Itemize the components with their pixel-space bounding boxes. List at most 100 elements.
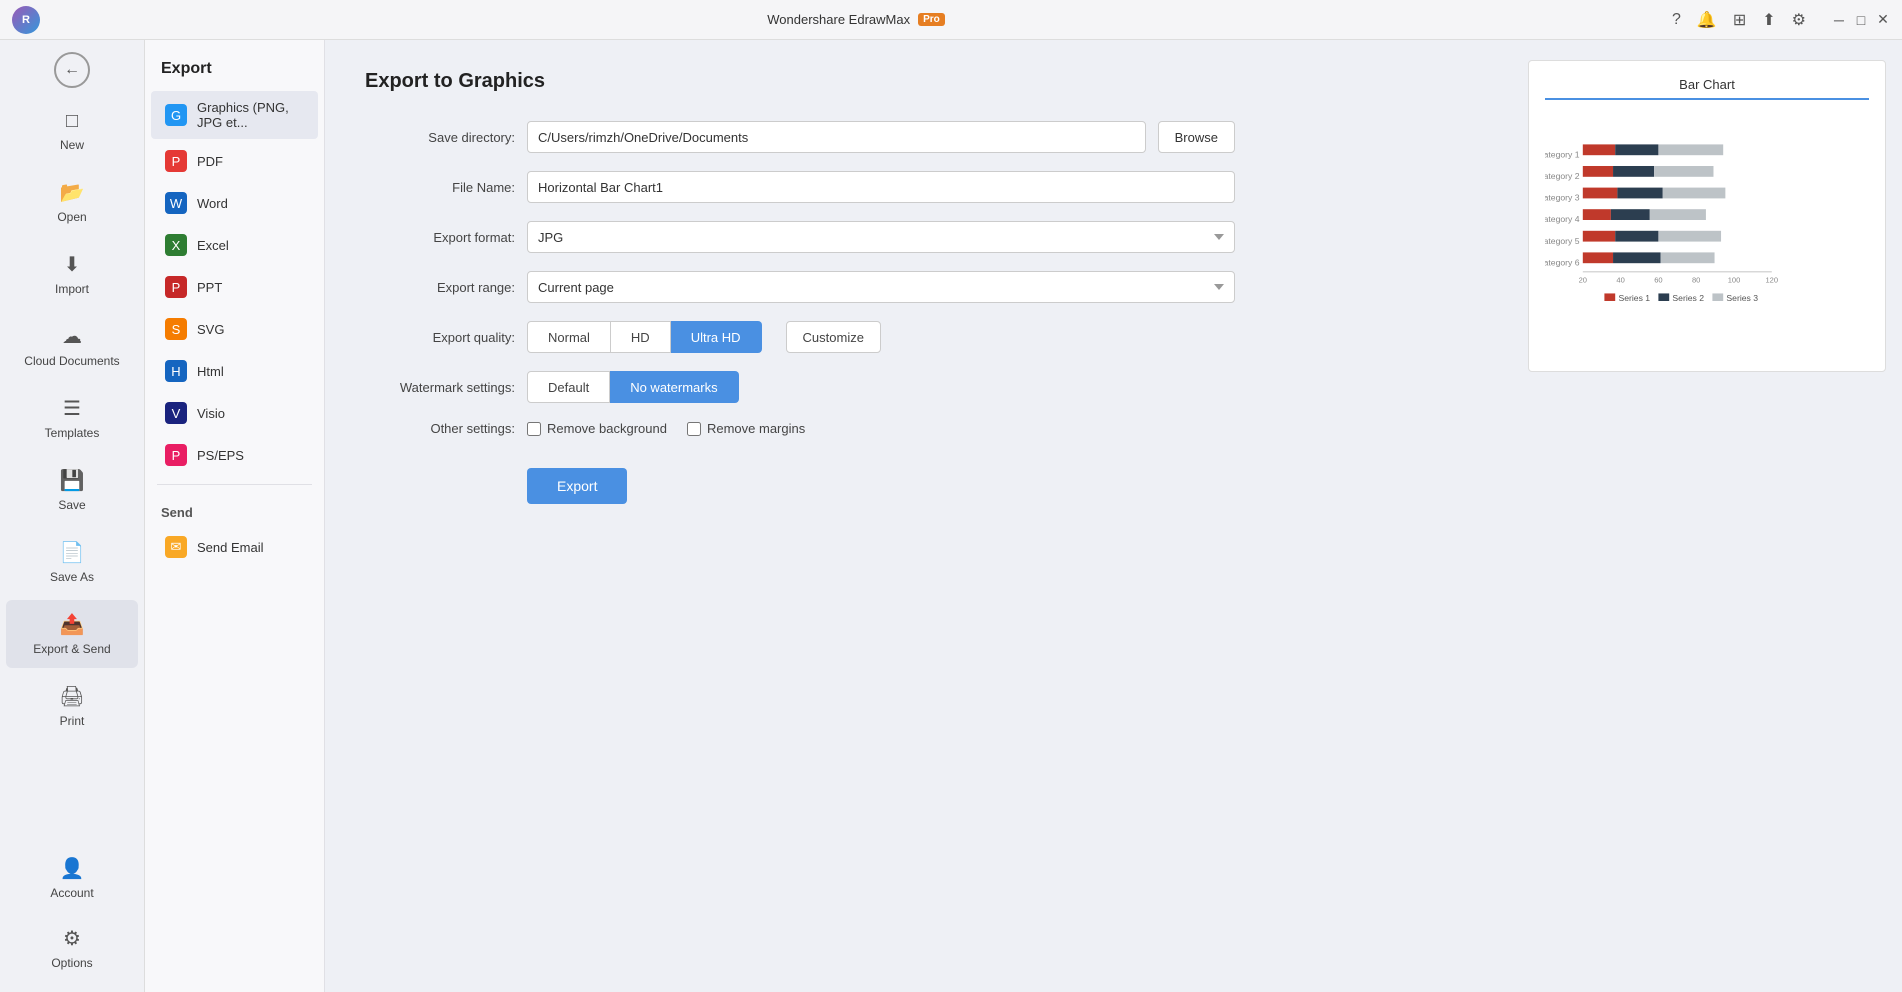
remove-margins-input[interactable] (687, 422, 701, 436)
sidebar-bottom: 👤 Account ⚙ Options (0, 842, 144, 992)
sidebar-label-account: Account (50, 886, 93, 900)
sidebar-export-svg[interactable]: S SVG (151, 309, 318, 349)
ppt-label: PPT (197, 280, 222, 295)
svg-text:Series 2: Series 2 (1672, 293, 1704, 303)
sidebar-label-open: Open (57, 210, 86, 224)
sidebar-export-excel[interactable]: X Excel (151, 225, 318, 265)
titlebar: R Wondershare EdrawMax Pro ? 🔔 ⊞ ⬆ ⚙ ─ □… (0, 0, 1902, 40)
file-name-row: File Name: (365, 171, 1235, 203)
sidebar-export-word[interactable]: W Word (151, 183, 318, 223)
svg-text:Category 1: Category 1 (1545, 149, 1580, 159)
sidebar-export-pseps[interactable]: P PS/EPS (151, 435, 318, 475)
quality-normal-button[interactable]: Normal (527, 321, 611, 353)
sidebar-wide: Export G Graphics (PNG, JPG et... P PDF … (145, 40, 325, 992)
sidebar-item-import[interactable]: ⬇ Import (6, 240, 138, 308)
sidebar-item-export[interactable]: 📤 Export & Send (6, 600, 138, 668)
minimize-button[interactable]: ─ (1832, 13, 1846, 27)
close-button[interactable]: ✕ (1876, 13, 1890, 27)
html-icon: H (165, 360, 187, 382)
graphics-label: Graphics (PNG, JPG et... (197, 100, 304, 130)
sidebar-label-templates: Templates (45, 426, 100, 440)
visio-icon: V (165, 402, 187, 424)
quality-ultra-hd-button[interactable]: Ultra HD (671, 321, 762, 353)
customize-button[interactable]: Customize (786, 321, 881, 353)
export-range-select[interactable]: Current page All pages Selected pages (527, 271, 1235, 303)
svg-label: SVG (197, 322, 224, 337)
sidebar-item-saveas[interactable]: 📄 Save As (6, 528, 138, 596)
sidebar-label-save: Save (58, 498, 85, 512)
watermark-label: Watermark settings: (365, 380, 515, 395)
export-range-label: Export range: (365, 280, 515, 295)
sidebar-send-email[interactable]: ✉ Send Email (151, 527, 318, 567)
save-directory-row: Save directory: Browse (365, 121, 1235, 153)
sidebar-export-html[interactable]: H Html (151, 351, 318, 391)
sidebar-export-visio[interactable]: V Visio (151, 393, 318, 433)
avatar-initials: R (22, 14, 30, 26)
apps-icon[interactable]: ⊞ (1733, 10, 1746, 30)
export-format-select[interactable]: JPG PNG BMP TIFF SVG PDF (527, 221, 1235, 253)
preview-panel: Bar Chart Category 1 Category 2 Category… (1512, 40, 1902, 992)
sidebar-item-options[interactable]: ⚙ Options (6, 914, 138, 982)
svg-icon: S (165, 318, 187, 340)
remove-background-input[interactable] (527, 422, 541, 436)
browse-button[interactable]: Browse (1158, 121, 1235, 153)
quality-hd-button[interactable]: HD (611, 321, 671, 353)
remove-background-checkbox[interactable]: Remove background (527, 421, 667, 436)
export-icon: 📤 (60, 612, 85, 637)
svg-text:Series 3: Series 3 (1726, 293, 1758, 303)
sidebar-export-graphics[interactable]: G Graphics (PNG, JPG et... (151, 91, 318, 139)
sidebar-item-templates[interactable]: ☰ Templates (6, 384, 138, 452)
save-directory-input[interactable] (527, 121, 1146, 153)
titlebar-center: Wondershare EdrawMax Pro (767, 12, 945, 27)
watermark-none-button[interactable]: No watermarks (610, 371, 738, 403)
watermark-default-button[interactable]: Default (527, 371, 610, 403)
sidebar-item-open[interactable]: 📂 Open (6, 168, 138, 236)
app-title: Wondershare EdrawMax (767, 12, 910, 27)
pdf-label: PDF (197, 154, 223, 169)
other-settings-label: Other settings: (365, 421, 515, 436)
email-icon: ✉ (165, 536, 187, 558)
sidebar-item-new[interactable]: □ New (6, 98, 138, 164)
graphics-icon: G (165, 104, 187, 126)
sidebar-item-print[interactable]: 🖨 Print (6, 672, 138, 740)
sidebar-item-cloud[interactable]: ☁ Cloud Documents (6, 312, 138, 380)
visio-label: Visio (197, 406, 225, 421)
share-icon[interactable]: ⬆ (1762, 10, 1775, 30)
cloud-icon: ☁ (62, 324, 82, 349)
svg-text:Category 4: Category 4 (1545, 214, 1580, 224)
user-avatar[interactable]: R (12, 6, 40, 34)
sidebar-item-save[interactable]: 💾 Save (6, 456, 138, 524)
options-icon: ⚙ (63, 926, 81, 951)
help-icon[interactable]: ? (1672, 11, 1681, 29)
svg-text:Category 6: Category 6 (1545, 257, 1580, 267)
sidebar-item-account[interactable]: 👤 Account (6, 844, 138, 912)
export-button[interactable]: Export (527, 468, 627, 504)
sidebar-export-pdf[interactable]: P PDF (151, 141, 318, 181)
svg-text:Category 5: Category 5 (1545, 236, 1580, 246)
file-name-input[interactable] (527, 171, 1235, 203)
page-title: Export to Graphics (365, 70, 1472, 93)
export-quality-label: Export quality: (365, 330, 515, 345)
remove-margins-checkbox[interactable]: Remove margins (687, 421, 805, 436)
sidebar-export-ppt[interactable]: P PPT (151, 267, 318, 307)
bell-icon[interactable]: 🔔 (1697, 10, 1717, 30)
settings-icon[interactable]: ⚙ (1792, 10, 1806, 30)
sidebar-label-saveas: Save As (50, 570, 94, 584)
svg-text:Category 2: Category 2 (1545, 171, 1580, 181)
open-icon: 📂 (60, 180, 85, 205)
bar-chart-svg: Category 1 Category 2 Category 3 Categor… (1545, 112, 1869, 350)
main-layout: ← □ New 📂 Open ⬇ Import ☁ Cloud Document… (0, 40, 1902, 992)
sidebar-divider (157, 484, 312, 485)
back-button[interactable]: ← (54, 52, 90, 88)
pseps-label: PS/EPS (197, 448, 244, 463)
svg-text:100: 100 (1728, 276, 1741, 285)
svg-text:Category 3: Category 3 (1545, 193, 1580, 203)
word-icon: W (165, 192, 187, 214)
account-icon: 👤 (60, 856, 85, 881)
titlebar-right-icons: ? 🔔 ⊞ ⬆ ⚙ (1672, 10, 1806, 30)
restore-button[interactable]: □ (1854, 13, 1868, 27)
other-settings-row: Other settings: Remove background Remove… (365, 421, 1235, 436)
preview-chart-title: Bar Chart (1545, 77, 1869, 100)
excel-label: Excel (197, 238, 229, 253)
excel-icon: X (165, 234, 187, 256)
